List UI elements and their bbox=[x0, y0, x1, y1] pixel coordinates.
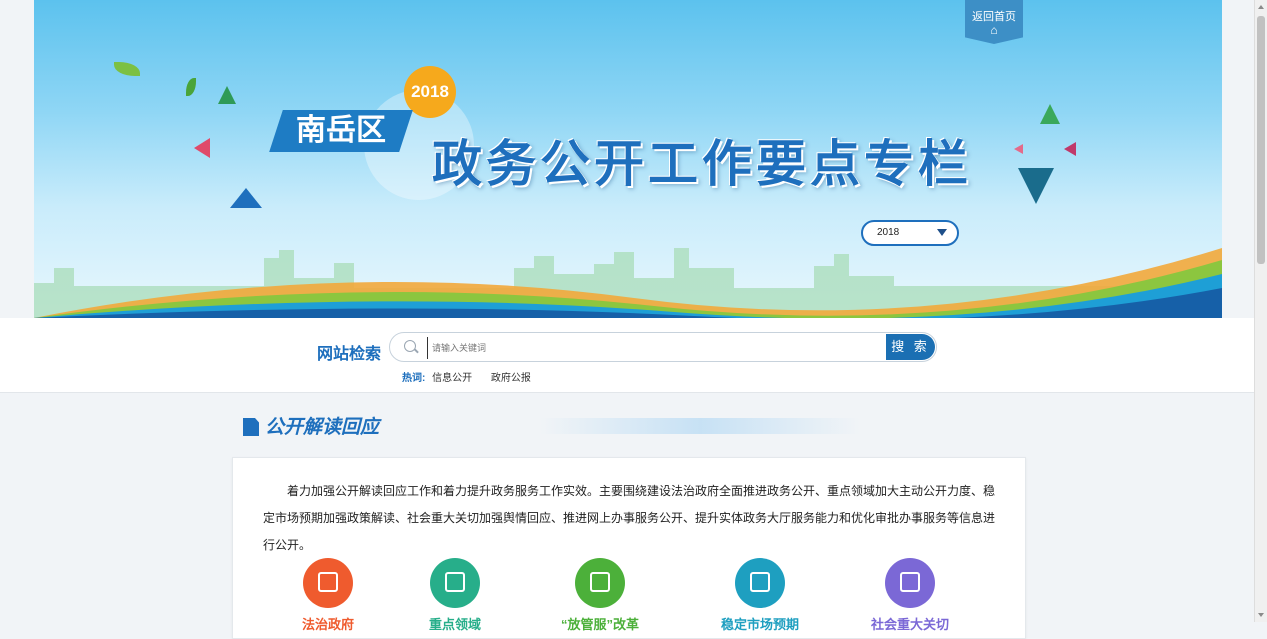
government-building-icon bbox=[303, 558, 353, 608]
document-icon bbox=[575, 558, 625, 608]
triangle-decoration bbox=[230, 188, 262, 208]
district-label: 南岳区 bbox=[269, 110, 413, 152]
hot-keyword-link[interactable]: 信息公开 bbox=[432, 373, 472, 384]
edit-icon bbox=[243, 418, 259, 436]
section-title-decoration bbox=[540, 418, 860, 434]
search-icon bbox=[404, 340, 416, 352]
hot-keywords-label: 热词: bbox=[402, 373, 426, 384]
content-card: 着力加强公开解读回应工作和着力提升政务服务工作实效。主要围绕建设法治政府全面推进… bbox=[232, 457, 1026, 639]
home-link[interactable]: 返回首页 ⌂ bbox=[965, 0, 1023, 44]
inbox-icon bbox=[735, 558, 785, 608]
category-label: “放管服”改革 bbox=[560, 617, 639, 632]
section-title: 公开解读回应 bbox=[243, 412, 379, 439]
home-icon: ⌂ bbox=[990, 23, 998, 37]
category-label: 稳定市场预期 bbox=[720, 617, 799, 632]
search-bar: 网站检索 搜 索 热词: 信息公开 政府公报 bbox=[0, 318, 1255, 393]
leaf-decoration bbox=[186, 78, 196, 96]
vertical-scrollbar[interactable] bbox=[1254, 0, 1267, 622]
search-box: 搜 索 bbox=[389, 332, 937, 362]
triangle-decoration bbox=[1018, 168, 1054, 204]
triangle-decoration bbox=[194, 138, 210, 158]
page-title: 政务公开工作要点专栏 bbox=[432, 135, 972, 193]
category-label: 法治政府 bbox=[301, 617, 354, 632]
section-title-text: 公开解读回应 bbox=[265, 417, 380, 438]
leaf-decoration bbox=[114, 62, 140, 76]
triangle-decoration bbox=[1040, 104, 1060, 124]
intro-paragraph: 着力加强公开解读回应工作和着力提升政务服务工作实效。主要围绕建设法治政府全面推进… bbox=[263, 484, 996, 552]
search-input[interactable] bbox=[427, 337, 874, 359]
category-label: 社会重大关切 bbox=[870, 617, 949, 632]
city-skyline-decoration bbox=[34, 248, 1222, 318]
search-button[interactable]: 搜 索 bbox=[886, 334, 935, 360]
district-text: 南岳区 bbox=[296, 113, 386, 148]
triangle-decoration bbox=[1064, 142, 1076, 156]
search-label: 网站检索 bbox=[317, 346, 382, 363]
home-link-label: 返回首页 bbox=[972, 11, 1016, 23]
scroll-up-icon[interactable] bbox=[1258, 5, 1264, 9]
scrollbar-thumb[interactable] bbox=[1257, 16, 1265, 264]
category-label: 重点领域 bbox=[428, 617, 481, 632]
triangle-decoration bbox=[1014, 144, 1023, 154]
header-banner: 返回首页 ⌂ 2018 南岳区 政务公开工作要点专栏 2018 bbox=[34, 0, 1222, 318]
hot-keyword-link[interactable]: 政府公报 bbox=[491, 373, 531, 384]
hot-keywords: 热词: 信息公开 政府公报 bbox=[402, 369, 543, 384]
scroll-down-icon[interactable] bbox=[1258, 613, 1264, 617]
checklist-icon bbox=[885, 558, 935, 608]
books-icon bbox=[430, 558, 480, 608]
triangle-decoration bbox=[218, 86, 236, 104]
